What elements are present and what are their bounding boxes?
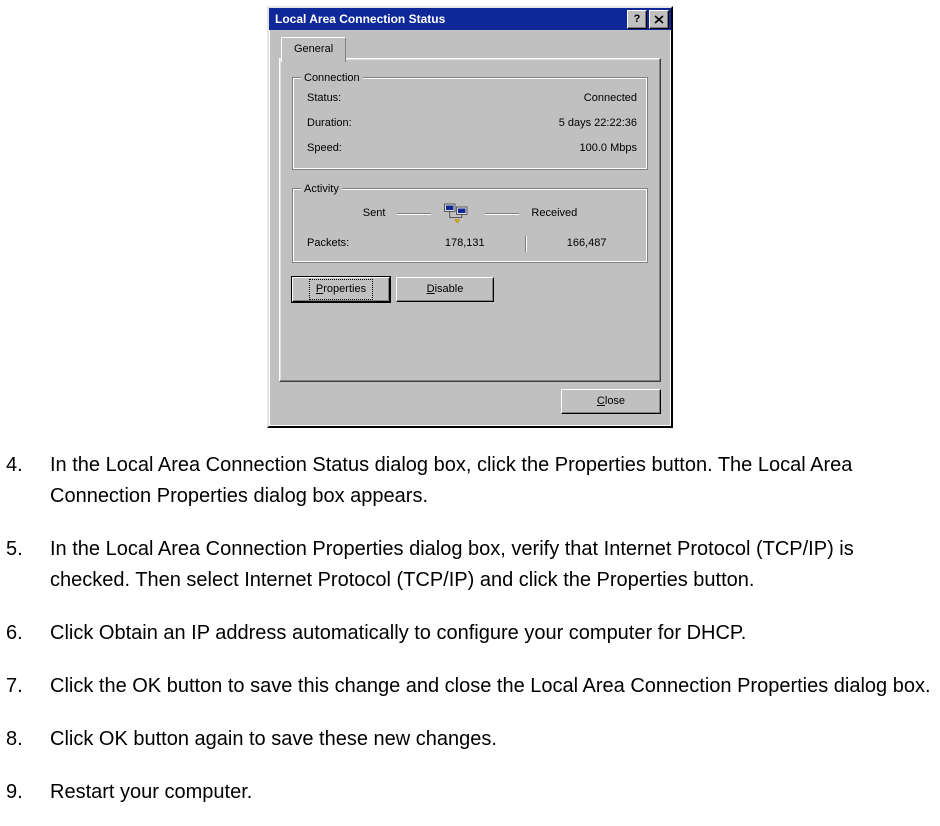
titlebar[interactable]: Local Area Connection Status ? xyxy=(269,8,671,30)
status-row: Status: Connected xyxy=(293,86,647,111)
help-icon: ? xyxy=(634,14,641,25)
dash-left-icon xyxy=(397,213,431,214)
activity-header: Sent Received xyxy=(293,197,647,225)
step-8: Click OK button again to save these new … xyxy=(4,724,932,755)
properties-button-label: Properties xyxy=(309,279,373,300)
close-button-label: Close xyxy=(597,393,625,410)
group-connection: Connection Status: Connected Duration: 5… xyxy=(292,77,648,170)
status-value: Connected xyxy=(584,90,637,107)
sent-label: Sent xyxy=(363,205,386,222)
step-5: In the Local Area Connection Properties … xyxy=(4,534,932,596)
packets-label: Packets: xyxy=(307,235,418,252)
packets-received-value: 166,487 xyxy=(540,235,633,252)
dialog-footer: Close xyxy=(561,383,661,414)
disable-button-label: Disable xyxy=(427,281,464,298)
group-activity: Activity Sent xyxy=(292,188,648,263)
tab-panel: Connection Status: Connected Duration: 5… xyxy=(279,58,661,382)
status-label: Status: xyxy=(307,90,341,107)
tab-general-label: General xyxy=(294,43,333,55)
received-label: Received xyxy=(531,205,577,222)
help-button[interactable]: ? xyxy=(627,10,647,29)
divider-icon xyxy=(525,236,526,252)
duration-row: Duration: 5 days 22:22:36 xyxy=(293,111,647,136)
window-control-group: ? xyxy=(627,10,669,29)
close-button[interactable]: Close xyxy=(561,389,661,414)
window-client-area: General Connection Status: Connected Dur… xyxy=(273,34,667,422)
step-9: Restart your computer. xyxy=(4,777,932,808)
window-title: Local Area Connection Status xyxy=(271,10,627,29)
group-activity-legend: Activity xyxy=(301,181,342,198)
group-connection-legend: Connection xyxy=(301,70,363,87)
tab-general[interactable]: General xyxy=(281,37,346,62)
dash-right-icon xyxy=(485,213,519,214)
step-list: In the Local Area Connection Status dial… xyxy=(4,450,932,808)
packets-sent-value: 178,131 xyxy=(418,235,511,252)
network-computers-icon xyxy=(443,201,473,225)
packets-row: Packets: 178,131 166,487 xyxy=(293,225,647,252)
step-6: Click Obtain an IP address automatically… xyxy=(4,618,932,649)
close-window-button[interactable] xyxy=(649,10,669,29)
disable-button[interactable]: Disable xyxy=(396,277,494,302)
dialog-screenshot: Local Area Connection Status ? General C… xyxy=(267,6,673,428)
tab-strip: General xyxy=(273,34,667,58)
window-frame: Local Area Connection Status ? General C… xyxy=(267,6,673,428)
speed-label: Speed: xyxy=(307,140,342,157)
instructions: In the Local Area Connection Status dial… xyxy=(0,450,940,808)
duration-value: 5 days 22:22:36 xyxy=(559,115,637,132)
speed-value: 100.0 Mbps xyxy=(580,140,637,157)
step-4: In the Local Area Connection Status dial… xyxy=(4,450,932,512)
properties-button[interactable]: Properties xyxy=(292,277,390,302)
dialog-button-row: Properties Disable xyxy=(292,277,648,302)
speed-row: Speed: 100.0 Mbps xyxy=(293,136,647,161)
step-7: Click the OK button to save this change … xyxy=(4,671,932,702)
close-icon xyxy=(654,15,664,24)
duration-label: Duration: xyxy=(307,115,352,132)
